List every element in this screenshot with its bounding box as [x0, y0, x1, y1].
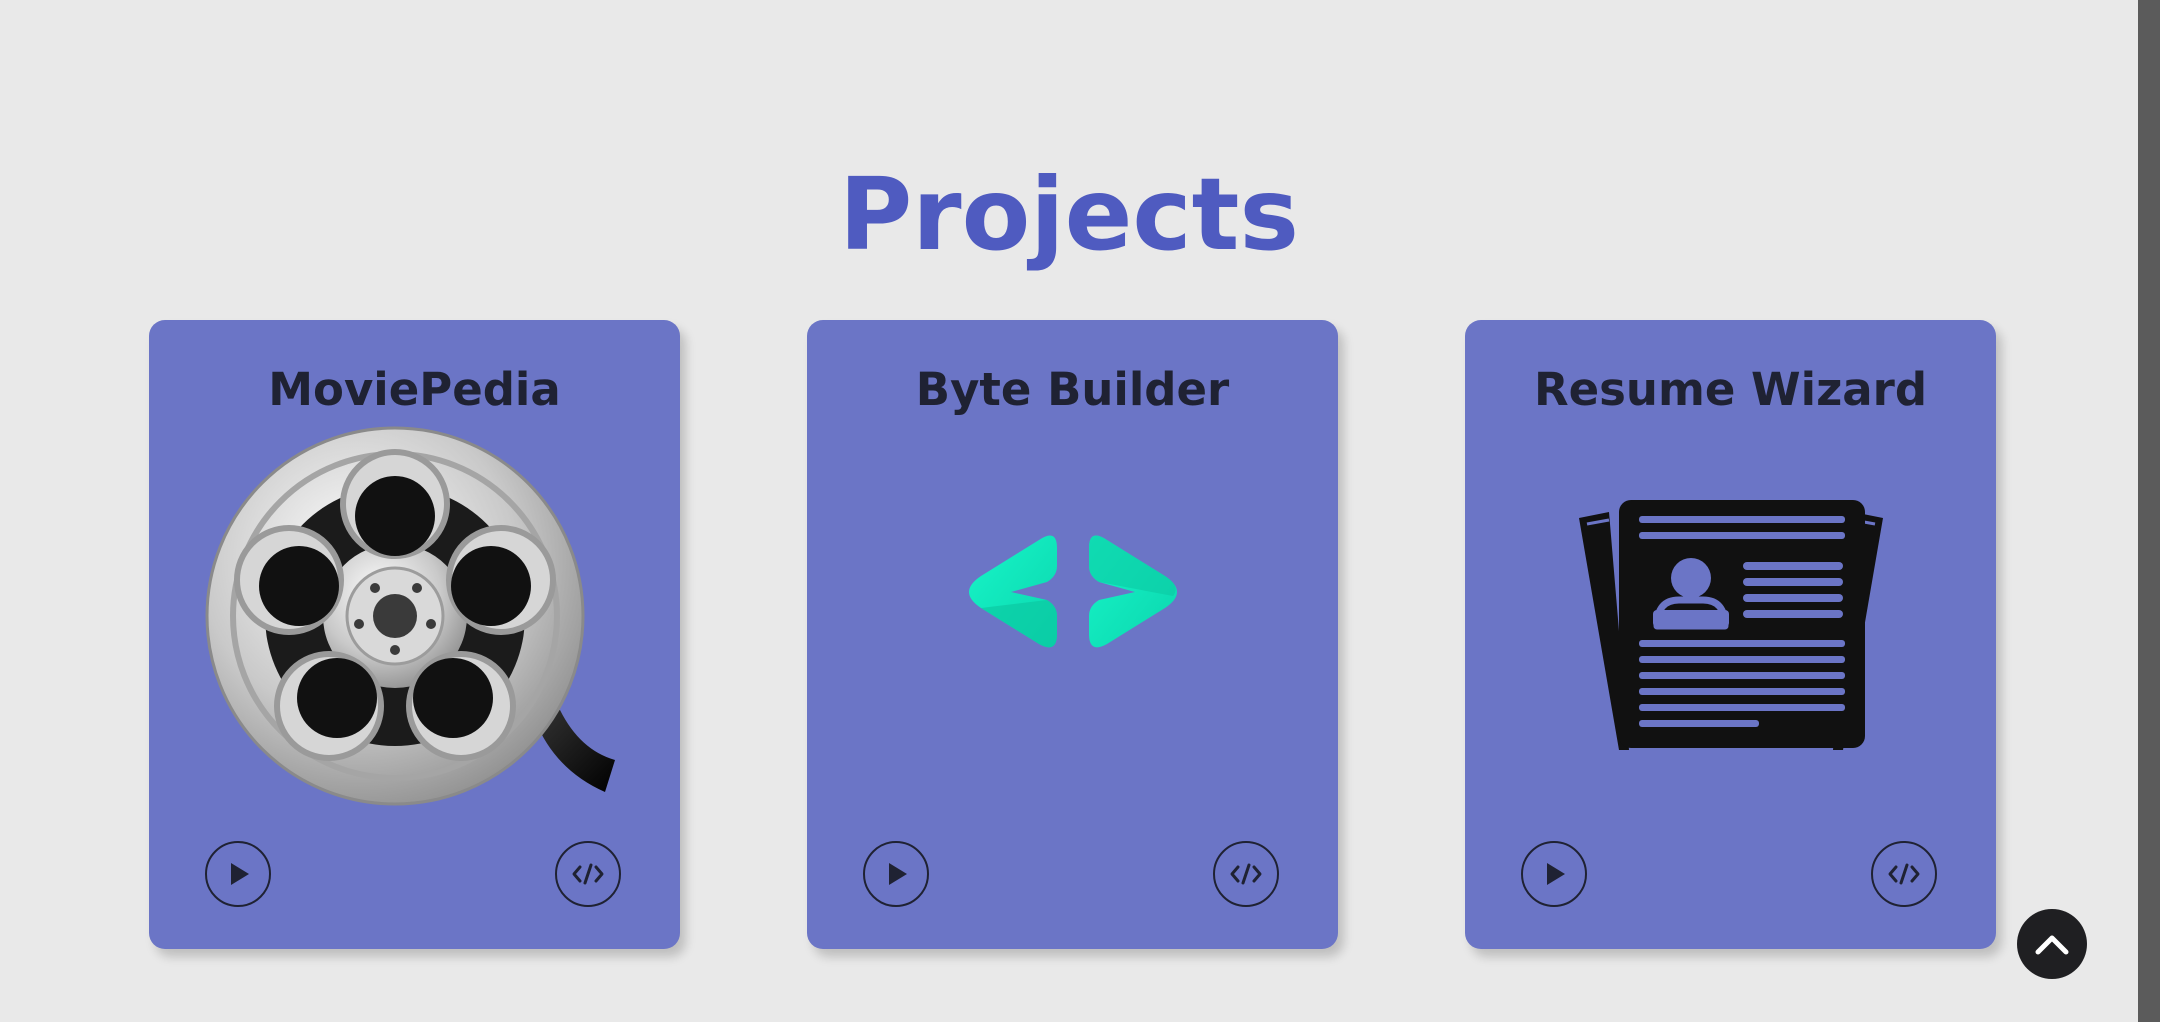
- project-title: MoviePedia: [268, 363, 561, 416]
- code-icon: [572, 863, 604, 885]
- project-card-byte-builder: Byte Builder: [807, 320, 1338, 949]
- project-image: [149, 420, 680, 806]
- play-icon: [1547, 863, 1565, 885]
- chevron-up-icon: [2035, 935, 2069, 955]
- project-image: [1465, 420, 1996, 780]
- project-card-moviepedia: MoviePedia: [149, 320, 680, 949]
- source-code-button[interactable]: [1871, 841, 1937, 907]
- scrollbar-thumb[interactable]: [2138, 0, 2160, 1022]
- scrollbar-track[interactable]: [2138, 0, 2160, 1022]
- film-reel-icon: [205, 426, 615, 806]
- source-code-button[interactable]: [555, 841, 621, 907]
- project-image: [807, 420, 1338, 780]
- source-code-button[interactable]: [1213, 841, 1279, 907]
- page-title: Projects: [838, 156, 1299, 273]
- code-icon: [1230, 863, 1262, 885]
- play-icon: [889, 863, 907, 885]
- project-card-resume-wizard: Resume Wizard: [1465, 320, 1996, 949]
- play-icon: [231, 863, 249, 885]
- live-demo-button[interactable]: [863, 841, 929, 907]
- resume-document-icon: [1578, 500, 1883, 750]
- project-title: Byte Builder: [915, 363, 1230, 416]
- code-icon: [1888, 863, 1920, 885]
- live-demo-button[interactable]: [1521, 841, 1587, 907]
- code-brackets-logo-icon: [968, 535, 1177, 648]
- live-demo-button[interactable]: [205, 841, 271, 907]
- project-title: Resume Wizard: [1533, 363, 1928, 416]
- scroll-to-top-button[interactable]: [2017, 909, 2087, 979]
